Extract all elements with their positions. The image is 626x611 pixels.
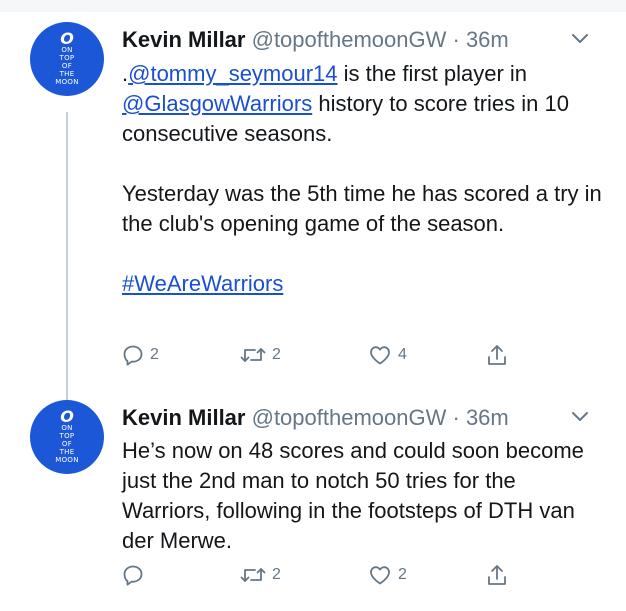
heart-icon xyxy=(370,346,390,365)
reply-icon xyxy=(123,345,143,366)
tweet-actions: 2 2 4 xyxy=(122,344,542,374)
hashtag-link[interactable]: #WeAreWarriors xyxy=(122,271,283,296)
like-button[interactable]: 4 xyxy=(368,344,407,366)
mention-link[interactable]: @GlasgowWarriors xyxy=(122,91,312,116)
tweet-text: .@tommy_seymour14 is the first player in… xyxy=(122,59,602,299)
chevron-down-icon[interactable] xyxy=(570,410,590,424)
tweet-timestamp[interactable]: 36m xyxy=(466,27,509,52)
like-button[interactable]: 2 xyxy=(368,564,407,586)
avatar-logo-text: MOON xyxy=(55,456,79,464)
avatar[interactable]: O ON TOP OF THE MOON xyxy=(30,22,104,96)
author-handle[interactable]: @topofthemoonGW xyxy=(252,405,447,430)
reply-icon xyxy=(123,565,143,586)
share-icon xyxy=(488,565,506,585)
author-name[interactable]: Kevin Millar xyxy=(122,27,245,52)
share-button[interactable] xyxy=(486,564,508,588)
author-name[interactable]: Kevin Millar xyxy=(122,405,245,430)
retweet-button[interactable]: 2 xyxy=(240,564,281,586)
share-button[interactable] xyxy=(486,344,508,368)
reply-count: 2 xyxy=(150,346,159,363)
chevron-down-icon[interactable] xyxy=(570,32,590,46)
avatar-logo-text: OF xyxy=(61,440,73,448)
avatar-logo-text: ON xyxy=(61,46,73,54)
like-count: 4 xyxy=(398,346,407,363)
avatar-logo-mark: O xyxy=(60,407,74,426)
retweet-icon xyxy=(240,348,266,362)
text-paragraph: He’s now on 48 scores and could soon bec… xyxy=(122,438,584,553)
share-icon xyxy=(488,345,506,365)
separator-dot: · xyxy=(446,27,466,52)
reply-button[interactable]: 2 xyxy=(122,344,159,366)
reply-button[interactable] xyxy=(122,564,150,586)
retweet-count: 2 xyxy=(272,346,281,363)
like-count: 2 xyxy=(398,566,407,583)
thread-connector-line xyxy=(66,112,68,402)
mention-link[interactable]: @tommy_seymour14 xyxy=(128,61,337,86)
tweet-actions: 2 2 xyxy=(122,564,542,594)
tweet-header: Kevin Millar @topofthemoonGW · 36m xyxy=(122,404,509,432)
avatar-logo-text: MOON xyxy=(55,78,79,86)
heart-icon xyxy=(370,566,390,585)
avatar-logo-text: TOP xyxy=(59,432,75,440)
avatar[interactable]: O ON TOP OF THE MOON xyxy=(30,400,104,474)
author-handle[interactable]: @topofthemoonGW xyxy=(252,27,447,52)
tweet-text: He’s now on 48 scores and could soon bec… xyxy=(122,436,602,556)
retweet-button[interactable]: 2 xyxy=(240,344,281,366)
top-edge xyxy=(0,0,626,12)
avatar-logo-text: THE xyxy=(59,70,75,78)
avatar-logo-text: ON xyxy=(61,424,73,432)
retweet-icon xyxy=(240,568,266,582)
retweet-count: 2 xyxy=(272,566,281,583)
separator-dot: · xyxy=(446,405,466,430)
text-segment: is the first player in xyxy=(337,61,528,86)
text-paragraph: Yesterday was the 5th time he has scored… xyxy=(122,181,602,236)
avatar-logo-text: THE xyxy=(59,448,75,456)
avatar-logo-mark: O xyxy=(60,29,74,48)
avatar-logo-text: OF xyxy=(61,62,73,70)
tweet-header: Kevin Millar @topofthemoonGW · 36m xyxy=(122,26,509,54)
avatar-logo-text: TOP xyxy=(59,54,75,62)
tweet-timestamp[interactable]: 36m xyxy=(466,405,509,430)
